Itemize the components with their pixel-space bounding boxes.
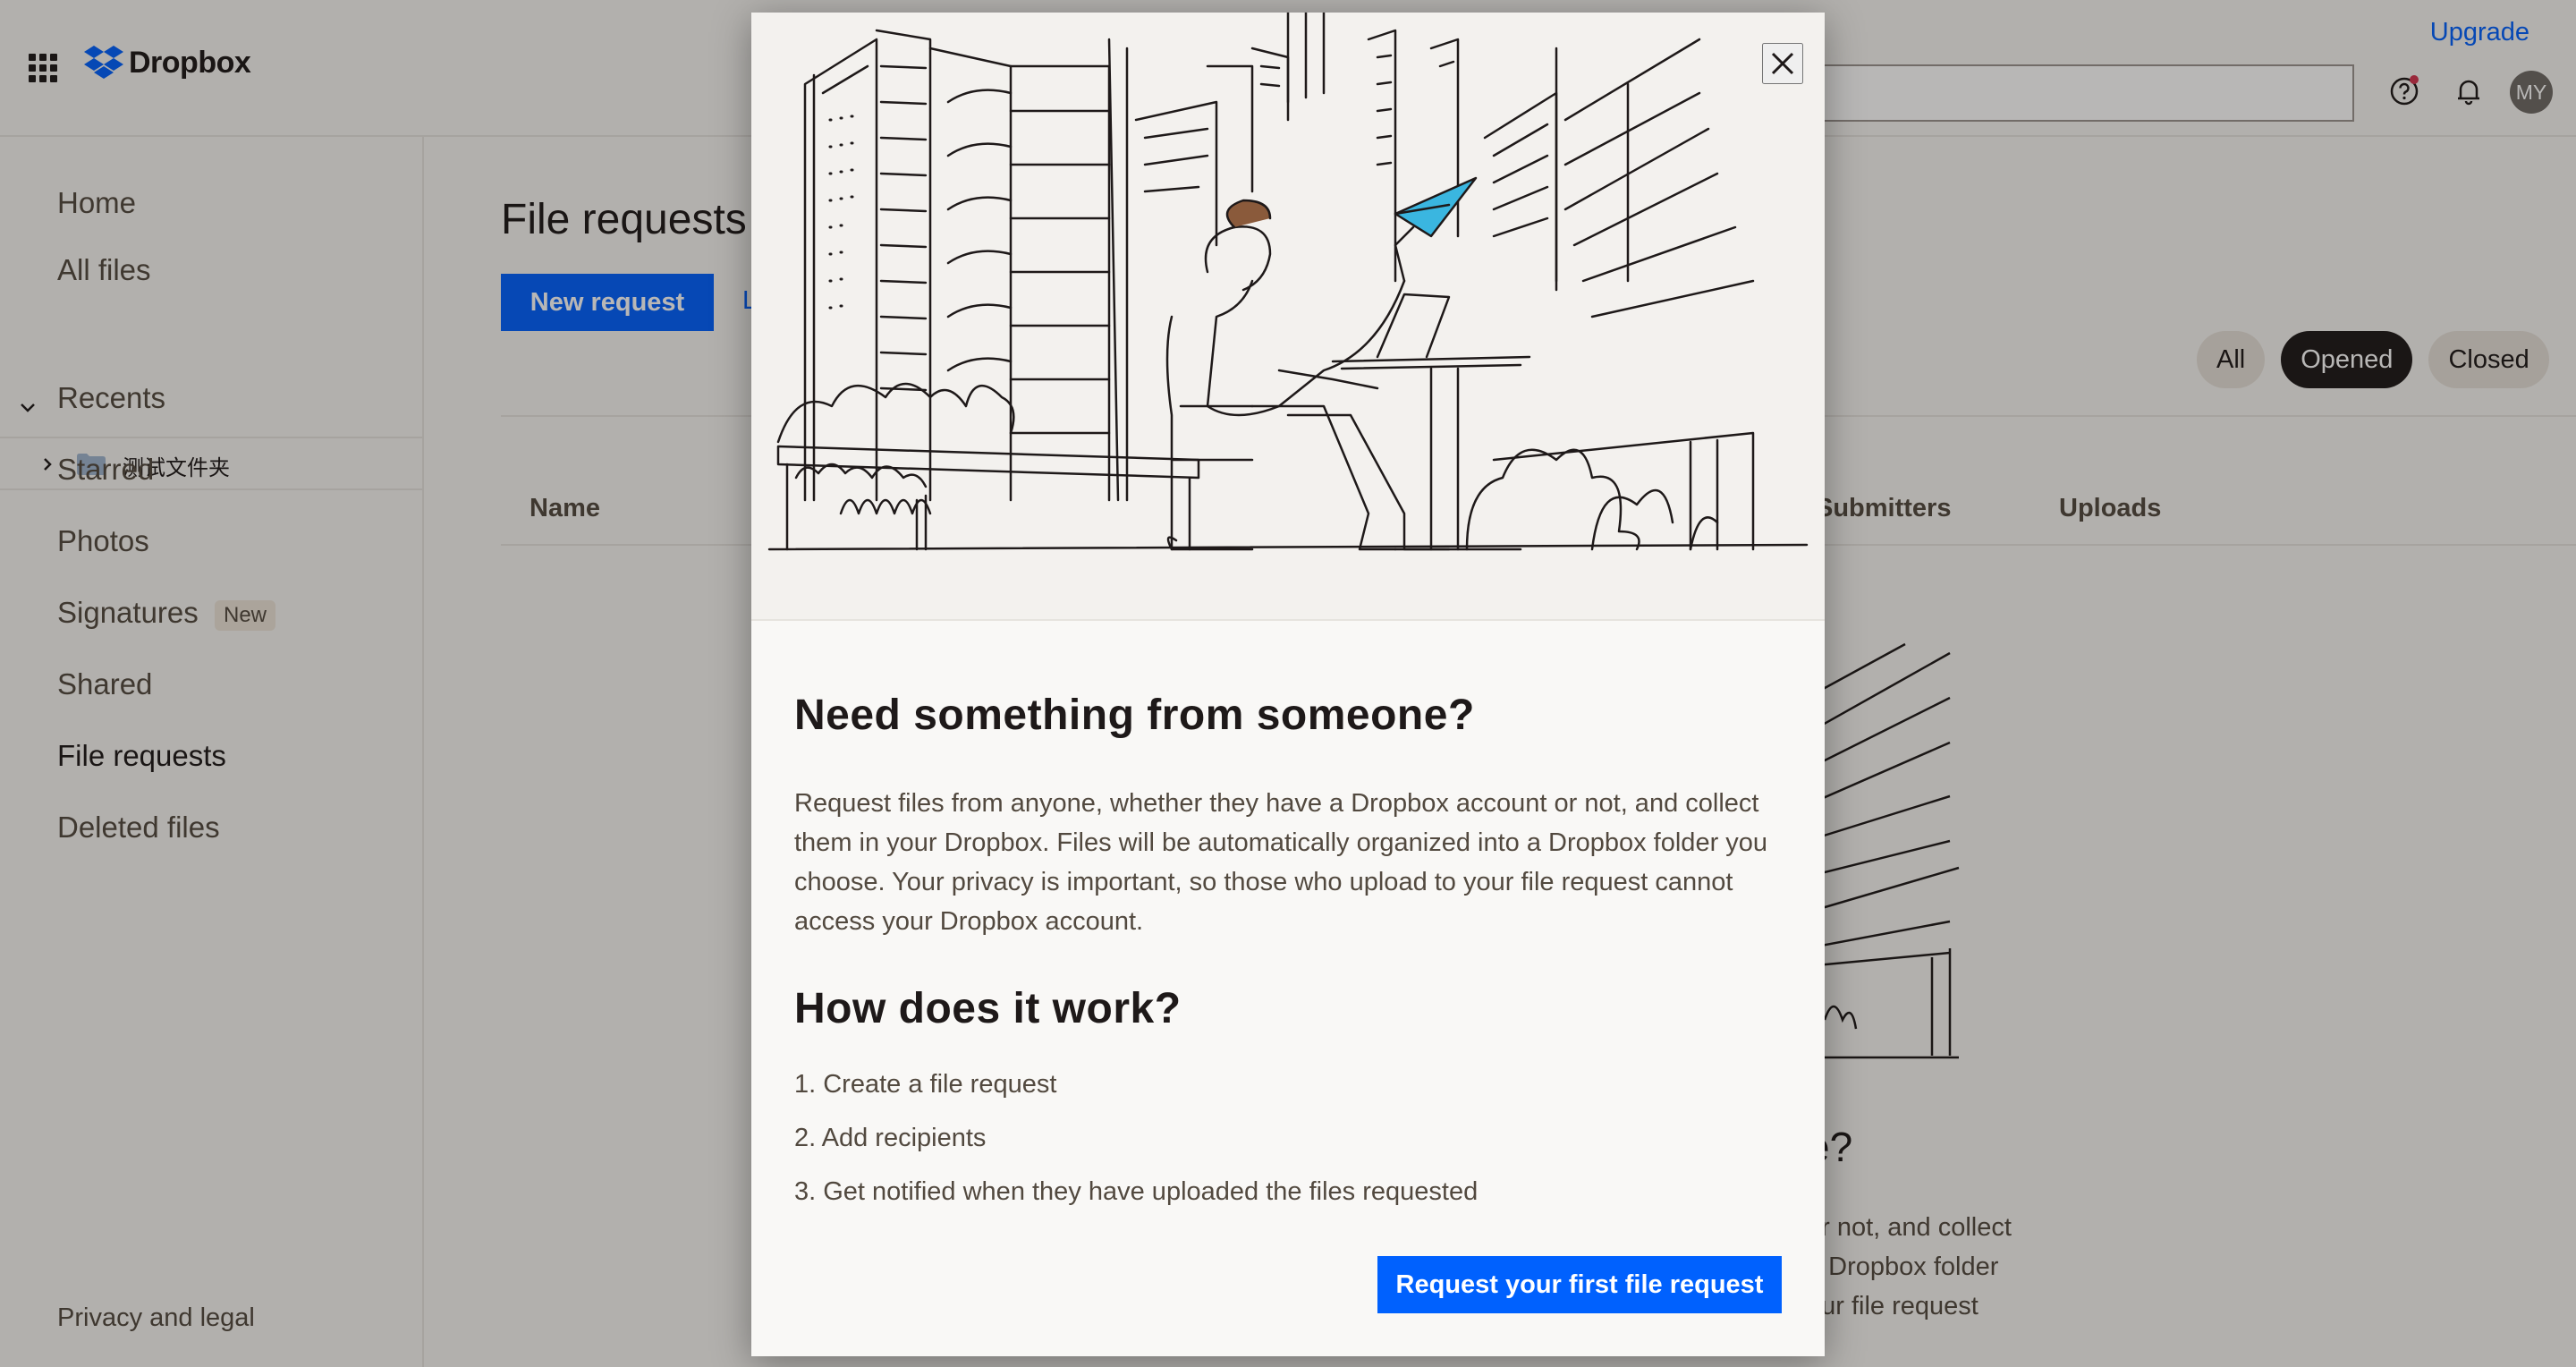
how-it-works-heading: How does it work?: [794, 985, 1182, 1032]
request-first-file-button[interactable]: Request your first file request: [1377, 1256, 1782, 1313]
modal-illustration: [751, 13, 1825, 621]
close-icon: [1771, 52, 1794, 75]
step-item: 2. Add recipients: [794, 1124, 987, 1152]
modal-description: Request files from anyone, whether they …: [794, 789, 1768, 936]
file-request-intro-modal: Need something from someone? Request fil…: [751, 13, 1825, 1356]
step-item: 3. Get notified when they have uploaded …: [794, 1177, 1479, 1206]
modal-heading: Need something from someone?: [794, 692, 1475, 739]
close-button[interactable]: [1762, 43, 1803, 84]
step-item: 1. Create a file request: [794, 1070, 1057, 1099]
